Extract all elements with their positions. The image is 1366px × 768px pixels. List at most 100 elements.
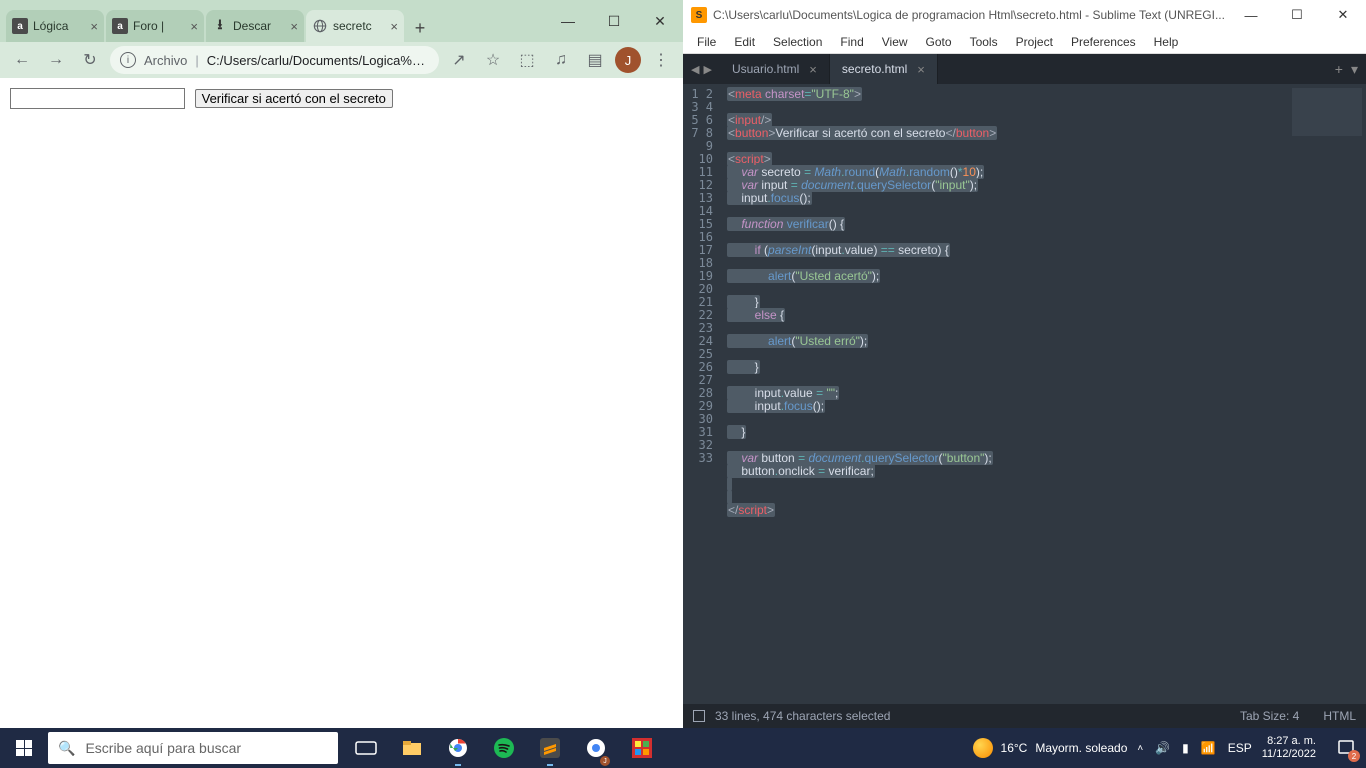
weather-temp: 16°C xyxy=(1001,741,1028,755)
new-tab-button[interactable]: + xyxy=(406,14,434,42)
browser-tab-1[interactable]: a Foro | × xyxy=(106,10,204,42)
language-indicator[interactable]: ESP xyxy=(1228,741,1252,755)
speaker-icon[interactable]: 🔊 xyxy=(1155,741,1170,755)
close-icon[interactable]: × xyxy=(190,19,198,34)
close-icon[interactable]: × xyxy=(290,19,298,34)
bookmark-star-icon[interactable]: ☆ xyxy=(479,46,507,74)
close-icon[interactable]: × xyxy=(809,62,817,77)
side-panel-icon[interactable]: ▤ xyxy=(581,46,609,74)
sublime-titlebar: S C:\Users\carlu\Documents\Logica de pro… xyxy=(683,0,1366,30)
sublime-window-controls: — ☐ ✕ xyxy=(1228,0,1366,30)
minimize-button[interactable]: — xyxy=(1228,0,1274,30)
separator: | xyxy=(195,53,198,68)
new-tab-icon[interactable]: + xyxy=(1335,61,1343,77)
tab-menu-icon[interactable]: ▾ xyxy=(1351,61,1358,78)
editor-tab-secreto[interactable]: secreto.html × xyxy=(830,54,938,84)
menu-goto[interactable]: Goto xyxy=(918,33,960,51)
sublime-window: S C:\Users\carlu\Documents\Logica de pro… xyxy=(683,0,1366,728)
search-placeholder: Escribe aquí para buscar xyxy=(85,740,241,756)
windows-taskbar: 🔍 Escribe aquí para buscar J 16°C Mayorm… xyxy=(0,728,1366,768)
panel-toggle-icon[interactable] xyxy=(693,710,705,722)
system-tray: ˄ 🔊 ▮ 📶 ESP xyxy=(1137,741,1251,755)
kebab-menu-icon[interactable]: ⋮ xyxy=(647,46,675,74)
close-window-button[interactable]: ✕ xyxy=(637,6,683,36)
globe-icon xyxy=(312,18,328,34)
windows-logo-icon xyxy=(16,740,32,756)
menu-preferences[interactable]: Preferences xyxy=(1063,33,1144,51)
status-syntax[interactable]: HTML xyxy=(1323,709,1356,723)
tab-title: Lógica xyxy=(33,19,85,33)
nav-right-icon[interactable]: ▶ xyxy=(703,63,711,76)
url-text: C:/Users/carlu/Documents/Logica%20de... xyxy=(207,53,429,68)
notification-badge: 2 xyxy=(1348,750,1360,762)
menu-help[interactable]: Help xyxy=(1146,33,1187,51)
menu-file[interactable]: File xyxy=(689,33,724,51)
menu-view[interactable]: View xyxy=(874,33,916,51)
clock-time: 8:27 a. m. xyxy=(1262,735,1316,748)
minimap[interactable] xyxy=(1276,84,1366,704)
address-bar[interactable]: i Archivo | C:/Users/carlu/Documents/Log… xyxy=(110,46,439,74)
sublime-statusbar: 33 lines, 474 characters selected Tab Si… xyxy=(683,704,1366,728)
menu-selection[interactable]: Selection xyxy=(765,33,830,51)
tray-chevron-icon[interactable]: ˄ xyxy=(1137,743,1143,754)
chrome-toolbar: ← → ↻ i Archivo | C:/Users/carlu/Documen… xyxy=(0,42,683,78)
start-button[interactable] xyxy=(0,728,48,768)
editor-body: 1 2 3 4 5 6 7 8 9 10 11 12 13 14 15 16 1… xyxy=(683,84,1366,704)
url-scheme-label: Archivo xyxy=(144,53,187,68)
tab-history-nav: ◀ ▶ xyxy=(683,54,720,84)
site-info-icon[interactable]: i xyxy=(120,52,136,68)
media-icon[interactable]: ♫ xyxy=(547,46,575,74)
menu-project[interactable]: Project xyxy=(1008,33,1061,51)
sun-icon xyxy=(973,738,993,758)
editor-tab-usuario[interactable]: Usuario.html × xyxy=(720,54,830,84)
verify-button[interactable]: Verificar si acertó con el secreto xyxy=(195,89,393,108)
maximize-button[interactable]: ☐ xyxy=(591,6,637,36)
minimize-button[interactable]: — xyxy=(545,6,591,36)
profile-avatar[interactable]: J xyxy=(615,47,641,73)
taskbar-search[interactable]: 🔍 Escribe aquí para buscar xyxy=(48,732,338,764)
menu-find[interactable]: Find xyxy=(832,33,871,51)
tab-label: secreto.html xyxy=(842,62,907,76)
clock-date: 11/12/2022 xyxy=(1262,748,1316,761)
tab-title: Foro | xyxy=(133,19,185,33)
forward-button[interactable]: → xyxy=(42,46,70,74)
close-icon[interactable]: × xyxy=(90,19,98,34)
weather-widget[interactable]: 16°C Mayorm. soleado xyxy=(973,738,1128,758)
chrome-window: a Lógica × a Foro | × ⭳ Descar × secretc… xyxy=(0,0,683,728)
browser-tab-3[interactable]: secretc × xyxy=(306,10,404,42)
extensions-icon[interactable]: ⬚ xyxy=(513,46,541,74)
spotify-icon[interactable] xyxy=(482,728,526,768)
wifi-icon[interactable]: 📶 xyxy=(1201,741,1216,755)
app-icon[interactable] xyxy=(620,728,664,768)
close-icon[interactable]: × xyxy=(917,62,925,77)
status-selection: 33 lines, 474 characters selected xyxy=(715,709,890,723)
battery-icon[interactable]: ▮ xyxy=(1182,741,1189,755)
close-window-button[interactable]: ✕ xyxy=(1320,0,1366,30)
explorer-icon[interactable] xyxy=(390,728,434,768)
menu-tools[interactable]: Tools xyxy=(962,33,1006,51)
sublime-title: C:\Users\carlu\Documents\Logica de progr… xyxy=(713,8,1228,22)
weather-desc: Mayorm. soleado xyxy=(1035,741,1127,755)
notification-center-icon[interactable]: 2 xyxy=(1326,728,1366,768)
sublime-logo-icon: S xyxy=(691,7,707,23)
back-button[interactable]: ← xyxy=(8,46,36,74)
chrome-icon[interactable] xyxy=(436,728,480,768)
task-view-icon[interactable] xyxy=(344,728,388,768)
browser-tab-0[interactable]: a Lógica × xyxy=(6,10,104,42)
close-icon[interactable]: × xyxy=(390,19,398,34)
taskbar-clock[interactable]: 8:27 a. m. 11/12/2022 xyxy=(1262,735,1316,761)
secret-input[interactable] xyxy=(10,88,185,109)
code-area[interactable]: <meta charset="UTF-8"> <input/> <button>… xyxy=(721,84,1276,704)
chrome-canary-icon[interactable]: J xyxy=(574,728,618,768)
profile-badge: J xyxy=(600,756,610,766)
search-icon: 🔍 xyxy=(58,740,75,757)
favicon-alura-icon: a xyxy=(12,18,28,34)
status-tabsize[interactable]: Tab Size: 4 xyxy=(1240,709,1299,723)
reload-button[interactable]: ↻ xyxy=(76,46,104,74)
nav-left-icon[interactable]: ◀ xyxy=(691,63,699,76)
menu-edit[interactable]: Edit xyxy=(726,33,763,51)
maximize-button[interactable]: ☐ xyxy=(1274,0,1320,30)
sublime-taskbar-icon[interactable] xyxy=(528,728,572,768)
browser-tab-2[interactable]: ⭳ Descar × xyxy=(206,10,304,42)
share-icon[interactable]: ↗ xyxy=(445,46,473,74)
